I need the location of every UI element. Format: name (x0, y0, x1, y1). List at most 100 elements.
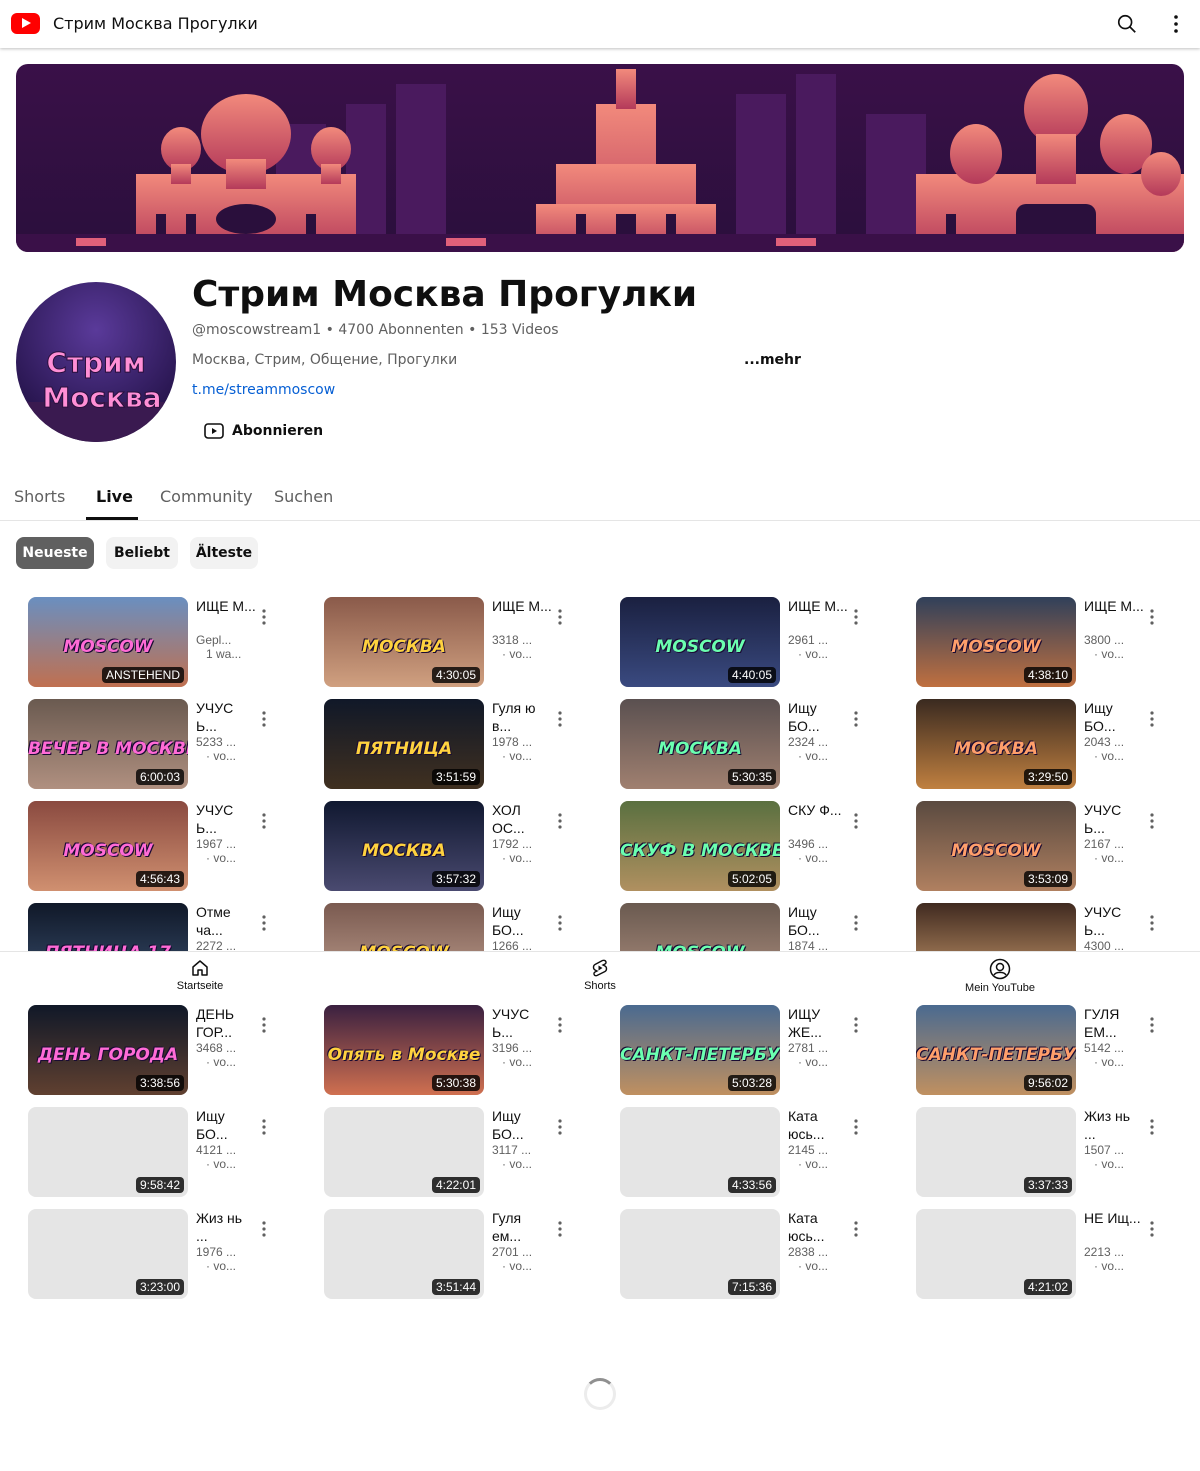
video-card[interactable]: 9:58:42 Ищу БО... 4121 ... · vo... (28, 1107, 308, 1199)
video-title[interactable]: Гуля ю в... (492, 699, 552, 735)
more-vertical-icon[interactable] (552, 1015, 568, 1035)
nav-shorts[interactable]: Shorts (540, 958, 660, 992)
more-vertical-icon[interactable] (256, 1015, 272, 1035)
video-title[interactable]: УЧУС Ь... (492, 1005, 552, 1041)
video-title[interactable]: Ищу БО... (788, 903, 848, 939)
video-card[interactable]: 4:33:56 Ката юсь... 2145 ... · vo... (620, 1107, 900, 1199)
more-vertical-icon[interactable] (1144, 811, 1160, 831)
video-thumbnail[interactable]: 3:23:00 (28, 1209, 188, 1299)
video-title[interactable]: НЕ Ищ... (1084, 1209, 1144, 1245)
nav-my-youtube[interactable]: Mein YouTube (940, 958, 1060, 994)
video-title[interactable]: Ищу БО... (1084, 699, 1144, 735)
video-thumbnail[interactable]: МОСКВА 4:30:05 (324, 597, 484, 687)
video-thumbnail[interactable]: 3:51:44 (324, 1209, 484, 1299)
video-thumbnail[interactable]: МОСКВА 3:29:50 (916, 699, 1076, 789)
more-vertical-icon[interactable] (1144, 1219, 1160, 1239)
video-card[interactable]: 3:37:33 Жиз нь ... 1507 ... · vo... (916, 1107, 1196, 1199)
more-vertical-icon[interactable] (552, 913, 568, 933)
video-title[interactable]: ГУЛЯ ЕМ... (1084, 1005, 1144, 1041)
more-vertical-icon[interactable] (848, 709, 864, 729)
video-card[interactable]: MOSCOW 4:40:05 ИЩЕ М... 2961 ... · vo... (620, 597, 900, 689)
video-card[interactable]: ПЯТНИЦА 3:51:59 Гуля ю в... 1978 ... · vo... (324, 699, 604, 791)
more-vertical-icon[interactable] (848, 1219, 864, 1239)
video-thumbnail[interactable]: MOSCOW ANSTEHEND (28, 597, 188, 687)
video-title[interactable]: Ищу БО... (788, 699, 848, 735)
more-vertical-icon[interactable] (552, 811, 568, 831)
video-thumbnail[interactable]: 4:33:56 (620, 1107, 780, 1197)
video-card[interactable]: 3:23:00 Жиз нь ... 1976 ... · vo... (28, 1209, 308, 1301)
video-title[interactable]: УЧУС Ь... (1084, 903, 1144, 939)
video-title[interactable]: Ищу БО... (492, 903, 552, 939)
video-thumbnail[interactable]: Опять в Москве 5:30:38 (324, 1005, 484, 1095)
video-title[interactable]: СКУ Ф... (788, 801, 848, 837)
more-vertical-icon[interactable] (256, 1117, 272, 1137)
video-card[interactable]: 7:15:36 Ката юсь... 2838 ... · vo... (620, 1209, 900, 1301)
video-thumbnail[interactable]: ВЕЧЕР В МОСКВЕ 6:00:03 (28, 699, 188, 789)
video-title[interactable]: Ищу БО... (492, 1107, 552, 1143)
video-thumbnail[interactable]: МОСКВА 3:57:32 (324, 801, 484, 891)
video-thumbnail[interactable]: MOSCOW 4:38:10 (916, 597, 1076, 687)
video-thumbnail[interactable]: ПЯТНИЦА 3:51:59 (324, 699, 484, 789)
more-vertical-icon[interactable] (1144, 913, 1160, 933)
more-vertical-icon[interactable] (256, 607, 272, 627)
video-title[interactable]: ИЩУ ЖЕ... (788, 1005, 848, 1041)
video-title[interactable]: ИЩЕ М... (1084, 597, 1144, 633)
video-title[interactable]: ХОЛ ОС... (492, 801, 552, 837)
video-thumbnail[interactable]: 3:37:33 (916, 1107, 1076, 1197)
more-vertical-icon[interactable] (1144, 1015, 1160, 1035)
video-title[interactable]: Ката юсь... (788, 1107, 848, 1143)
more-vertical-icon[interactable] (552, 709, 568, 729)
video-card[interactable]: СКУФ В МОСКВЕ 5:02:05 СКУ Ф... 3496 ... · vo… (620, 801, 900, 893)
more-vertical-icon[interactable] (1144, 709, 1160, 729)
video-card[interactable]: МОСКВА 3:29:50 Ищу БО... 2043 ... · vo... (916, 699, 1196, 791)
video-title[interactable]: Гуля ем... (492, 1209, 552, 1245)
video-title[interactable]: Отме ча... (196, 903, 256, 939)
video-card[interactable]: МОСКВА 5:30:35 Ищу БО... 2324 ... · vo... (620, 699, 900, 791)
more-vertical-icon[interactable] (848, 1015, 864, 1035)
video-card[interactable]: MOSCOW ANSTEHEND ИЩЕ М... Gepl... 1 wa... (28, 597, 308, 689)
more-vertical-icon[interactable] (1144, 1117, 1160, 1137)
video-title[interactable]: УЧУС Ь... (1084, 801, 1144, 837)
video-title[interactable]: ИЩЕ М... (492, 597, 552, 633)
video-card[interactable]: MOSCOW 3:53:09 УЧУС Ь... 2167 ... · vo... (916, 801, 1196, 893)
video-card[interactable]: ДЕНЬ ГОРОДА 3:38:56 ДЕНЬ ГОР... 3468 ... · v… (28, 1005, 308, 1097)
video-card[interactable]: MOSCOW 4:38:10 ИЩЕ М... 3800 ... · vo... (916, 597, 1196, 689)
video-title[interactable]: ДЕНЬ ГОР... (196, 1005, 256, 1041)
video-thumbnail[interactable]: MOSCOW 4:40:05 (620, 597, 780, 687)
video-card[interactable]: 3:51:44 Гуля ем... 2701 ... · vo... (324, 1209, 604, 1301)
more-vertical-icon[interactable] (848, 913, 864, 933)
video-thumbnail[interactable]: 4:22:01 (324, 1107, 484, 1197)
more-vertical-icon[interactable] (256, 709, 272, 729)
video-card[interactable]: Опять в Москве 5:30:38 УЧУС Ь... 3196 ... · … (324, 1005, 604, 1097)
video-title[interactable]: Жиз нь ... (1084, 1107, 1144, 1143)
video-thumbnail[interactable]: MOSCOW 4:56:43 (28, 801, 188, 891)
video-title[interactable]: Ката юсь... (788, 1209, 848, 1245)
video-title[interactable]: УЧУС Ь... (196, 699, 256, 735)
more-vertical-icon[interactable] (848, 607, 864, 627)
more-vertical-icon[interactable] (552, 1219, 568, 1239)
video-card[interactable]: МОСКВА 3:57:32 ХОЛ ОС... 1792 ... · vo... (324, 801, 604, 893)
more-vertical-icon[interactable] (256, 811, 272, 831)
nav-home[interactable]: Startseite (140, 958, 260, 992)
video-card[interactable]: САНКТ-ПЕТЕРБУРГ 5:03:28 ИЩУ ЖЕ...2781 ...·… (620, 1005, 900, 1097)
video-card[interactable]: 4:21:02 НЕ Ищ... 2213 ... · vo... (916, 1209, 1196, 1301)
video-title[interactable]: УЧУС Ь... (196, 801, 256, 837)
more-vertical-icon[interactable] (848, 811, 864, 831)
video-card[interactable]: САНКТ-ПЕТЕРБУРГ 9:56:02 ГУЛЯ ЕМ...5142 ...… (916, 1005, 1196, 1097)
video-thumbnail[interactable]: MOSCOW 3:53:09 (916, 801, 1076, 891)
more-vertical-icon[interactable] (256, 1219, 272, 1239)
more-vertical-icon[interactable] (848, 1117, 864, 1137)
video-title[interactable]: ИЩЕ М... (788, 597, 848, 633)
more-vertical-icon[interactable] (552, 607, 568, 627)
video-thumbnail[interactable]: САНКТ-ПЕТЕРБУРГ 9:56:02 (916, 1005, 1076, 1095)
video-thumbnail[interactable]: СКУФ В МОСКВЕ 5:02:05 (620, 801, 780, 891)
video-title[interactable]: Ищу БО... (196, 1107, 256, 1143)
video-thumbnail[interactable]: МОСКВА 5:30:35 (620, 699, 780, 789)
video-title[interactable]: Жиз нь ... (196, 1209, 256, 1245)
video-thumbnail[interactable]: ДЕНЬ ГОРОДА 3:38:56 (28, 1005, 188, 1095)
video-card[interactable]: MOSCOW 4:56:43 УЧУС Ь... 1967 ... · vo... (28, 801, 308, 893)
video-thumbnail[interactable]: 4:21:02 (916, 1209, 1076, 1299)
more-vertical-icon[interactable] (552, 1117, 568, 1137)
video-thumbnail[interactable]: 7:15:36 (620, 1209, 780, 1299)
more-vertical-icon[interactable] (256, 913, 272, 933)
